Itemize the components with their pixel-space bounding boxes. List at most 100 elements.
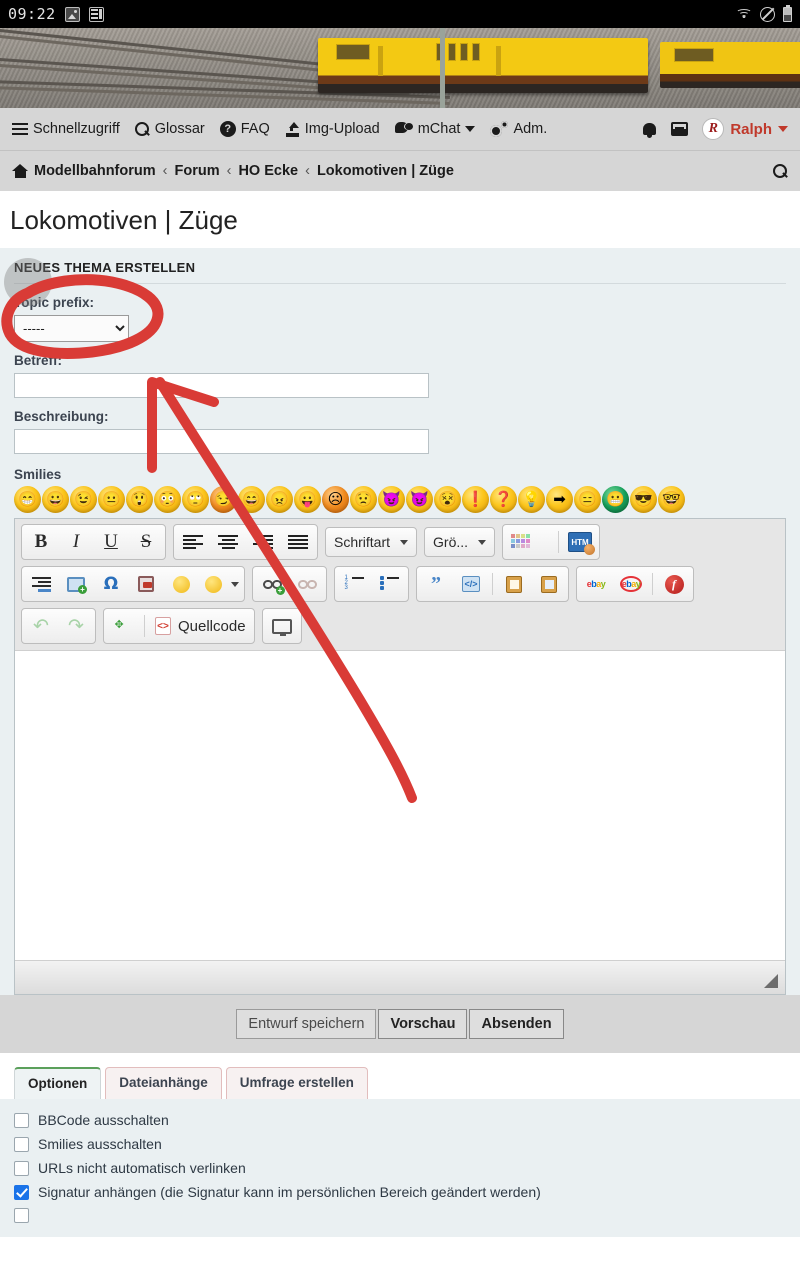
smiley-idea[interactable]: 💡 (518, 486, 545, 513)
smiley-green-grin[interactable]: 😬 (602, 486, 629, 513)
ebay-circle-button[interactable]: ebay (614, 569, 648, 599)
special-char-button[interactable]: Ω (94, 569, 128, 599)
underline-button[interactable]: U (94, 527, 128, 557)
search-icon[interactable] (773, 163, 788, 179)
italic-button[interactable]: I (59, 527, 93, 557)
smiley-grin[interactable]: 😁 (14, 486, 41, 513)
ordered-list-button[interactable]: 123 (337, 569, 371, 599)
smiley-arrow[interactable]: ➡ (546, 486, 573, 513)
font-family-select[interactable]: Schriftart (325, 527, 418, 557)
bell-icon[interactable] (642, 121, 657, 138)
subject-input[interactable] (14, 373, 429, 398)
unordered-list-button[interactable] (372, 569, 406, 599)
emoticon-button[interactable] (164, 569, 198, 599)
nav-item-mchat[interactable]: mChat (394, 121, 476, 137)
option-partial-checkbox[interactable] (14, 1208, 29, 1223)
ebay-button[interactable]: ebay (579, 569, 613, 599)
preview-button[interactable]: Vorschau (378, 1009, 468, 1039)
submit-button[interactable]: Absenden (469, 1009, 564, 1039)
nav-item-adm[interactable]: Adm. (490, 121, 547, 137)
color-dropdown-button[interactable] (536, 527, 554, 557)
breadcrumb-item-3[interactable]: Lokomotiven | Züge (317, 163, 454, 179)
smiley-eek[interactable]: 😳 (154, 486, 181, 513)
align-right-button[interactable] (246, 527, 280, 557)
smiley-nerd[interactable]: 🤓 (658, 486, 685, 513)
smiley-laugh[interactable]: 😄 (238, 486, 265, 513)
font-size-select[interactable]: Grö... (424, 527, 496, 557)
option-disable-bbcode-checkbox[interactable] (14, 1112, 29, 1128)
smiley-glyph: ❓ (494, 491, 513, 508)
fullscreen-button[interactable]: ✥ (106, 611, 140, 641)
option-disable-bbcode-row[interactable]: BBCode ausschalten (14, 1108, 786, 1132)
message-textarea[interactable] (15, 650, 785, 960)
align-center-button[interactable] (211, 527, 245, 557)
option-disable-smilies-row[interactable]: Smilies ausschalten (14, 1132, 786, 1156)
home-icon[interactable] (12, 164, 28, 178)
smiley-sad[interactable]: ☹ (322, 486, 349, 513)
smiley-evil-grin[interactable]: 😈 (406, 486, 433, 513)
smiley-angry[interactable]: 😠 (266, 486, 293, 513)
edit-note-button[interactable] (497, 569, 531, 599)
tab-umfrage-erstellen[interactable]: Umfrage erstellen (225, 1067, 368, 1099)
option-attach-signature-row[interactable]: Signatur anhängen (die Signatur kann im … (14, 1180, 786, 1204)
smiley-shocked[interactable]: 😲 (126, 486, 153, 513)
topic-prefix-select[interactable]: ----- (14, 315, 129, 342)
smiley-rolleyes[interactable]: 🙄 (182, 486, 209, 513)
smiley-cool-wink[interactable]: 😏 (210, 486, 237, 513)
tab-dateianhaenge[interactable]: Dateianhänge (105, 1067, 222, 1099)
option-partial-row[interactable] (14, 1204, 786, 1227)
insert-image-button[interactable]: + (59, 569, 93, 599)
align-justify-button[interactable] (281, 527, 315, 557)
tab-optionen[interactable]: Optionen (14, 1067, 102, 1099)
smiley-glyph: 😳 (158, 491, 177, 508)
book-button[interactable] (532, 569, 566, 599)
bold-button[interactable]: B (24, 527, 58, 557)
smiley-question[interactable]: ❓ (490, 486, 517, 513)
indent-button[interactable] (24, 569, 58, 599)
color-palette-button[interactable] (505, 527, 535, 557)
save-draft-button[interactable]: Entwurf speichern (236, 1009, 377, 1039)
breadcrumb-item-1[interactable]: Forum (174, 163, 219, 179)
unlink-button[interactable] (290, 569, 324, 599)
inbox-icon[interactable] (671, 122, 689, 136)
description-input[interactable] (14, 429, 429, 454)
option-no-autolink-row[interactable]: URLs nicht automatisch verlinken (14, 1156, 786, 1180)
smiley-indifferent[interactable]: 😑 (574, 486, 601, 513)
emoticon-more-button[interactable] (199, 569, 227, 599)
nav-item-schnellzugriff[interactable]: Schnellzugriff (12, 121, 120, 137)
html-insert-button[interactable]: HTM (563, 527, 597, 557)
smiley-wink[interactable]: 😉 (70, 486, 97, 513)
option-disable-bbcode-label: BBCode ausschalten (38, 1112, 169, 1128)
smiley-exclamation[interactable]: ❗ (462, 486, 489, 513)
quote-button[interactable]: ” (419, 569, 453, 599)
emoticon-dropdown-button[interactable] (228, 569, 242, 599)
strikethrough-button[interactable]: S (129, 527, 163, 557)
option-disable-smilies-checkbox[interactable] (14, 1136, 29, 1152)
option-attach-signature-checkbox[interactable] (14, 1184, 29, 1200)
smiley-smile[interactable]: 😀 (42, 486, 69, 513)
align-left-button[interactable] (176, 527, 210, 557)
user-menu[interactable]: R Ralph (702, 118, 788, 140)
code-button[interactable]: </> (454, 569, 488, 599)
page-title: Lokomotiven | Züge (0, 191, 800, 248)
resize-handle[interactable] (764, 974, 778, 988)
smiley-worried[interactable]: 😟 (350, 486, 377, 513)
nav-item-glossar[interactable]: Glossar (134, 121, 205, 137)
smiley-tongue[interactable]: 😛 (294, 486, 321, 513)
smiley-devil[interactable]: 😈 (378, 486, 405, 513)
source-code-button[interactable]: <> Quellcode (149, 611, 252, 641)
breadcrumb-item-0[interactable]: Modellbahnforum (34, 163, 156, 179)
smiley-glasses[interactable]: 😎 (630, 486, 657, 513)
breadcrumb-item-2[interactable]: HO Ecke (238, 163, 298, 179)
flash-button[interactable]: f (657, 569, 691, 599)
flash-insert-button[interactable] (129, 569, 163, 599)
undo-button[interactable]: ↶ (24, 611, 58, 641)
insert-link-button[interactable]: + (255, 569, 289, 599)
redo-button[interactable]: ↷ (59, 611, 93, 641)
nav-item-faq[interactable]: ? FAQ (219, 121, 270, 137)
smiley-roll[interactable]: 😵 (434, 486, 461, 513)
preview-screen-button[interactable] (265, 611, 299, 641)
smiley-neutral[interactable]: 😐 (98, 486, 125, 513)
nav-item-img-upload[interactable]: Img-Upload (285, 121, 380, 137)
option-no-autolink-checkbox[interactable] (14, 1160, 29, 1176)
